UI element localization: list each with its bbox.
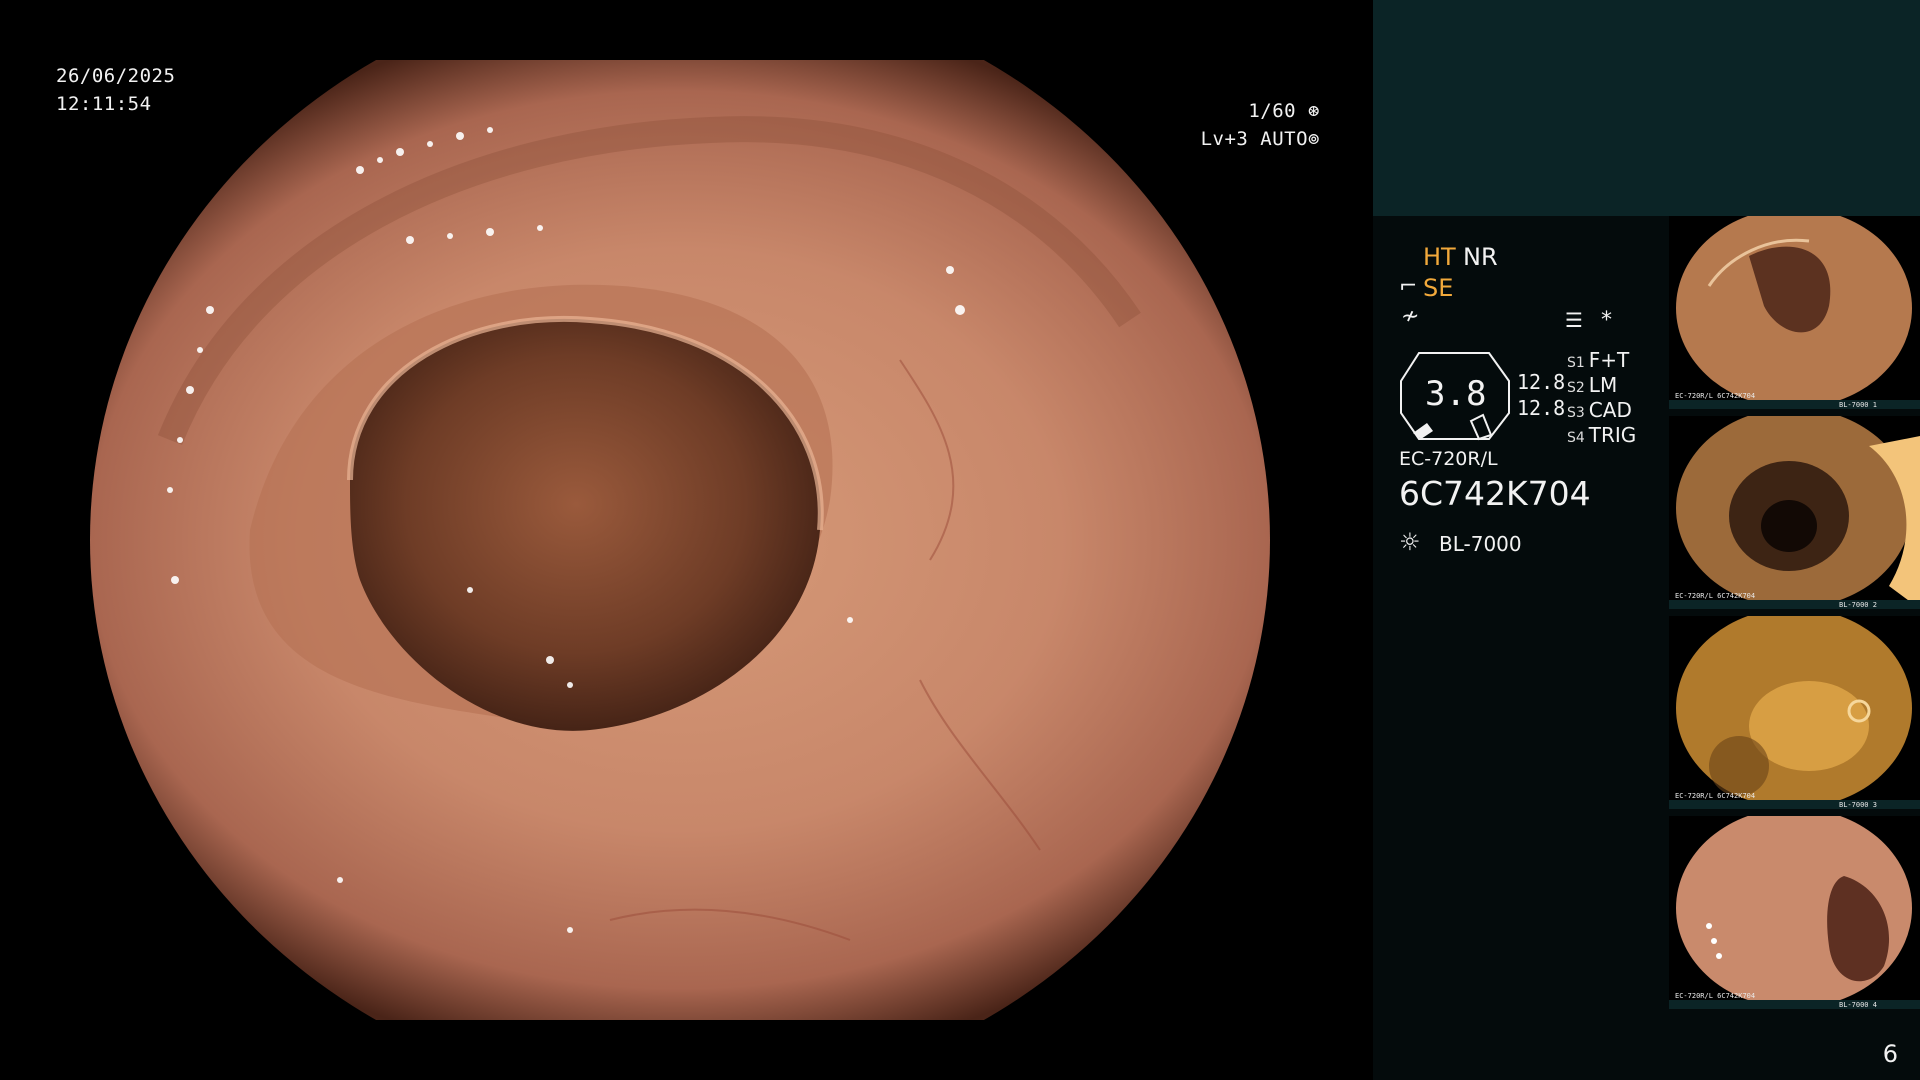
thumb-source: BL-7000 <box>1839 1001 1869 1009</box>
slot-value: CAD <box>1588 398 1632 422</box>
switch-slot-4: S4 TRIG <box>1567 423 1636 447</box>
thumbnail-3[interactable]: EC-720R/L 6C742K704 BL-7000 3 <box>1669 616 1920 809</box>
level-label: Lv+3 <box>1200 128 1249 150</box>
menu-icon: ☰ <box>1565 308 1583 332</box>
mode-label: AUTO <box>1260 128 1309 150</box>
thumb-scope: EC-720R/L <box>1675 992 1713 1000</box>
thumbnail-4[interactable]: EC-720R/L 6C742K704 BL-7000 4 <box>1669 816 1920 1009</box>
zoom-value: 3.8 <box>1425 374 1487 414</box>
date-label: 26/06/2025 <box>56 65 176 87</box>
thumb-serial: 6C742K704 <box>1717 592 1756 600</box>
brightness-display: Lv+3 AUTO⊚ <box>1195 125 1320 153</box>
thumb-source: BL-7000 <box>1839 401 1869 409</box>
thumb-serial: 6C742K704 <box>1717 792 1756 800</box>
se-label: SE <box>1423 274 1454 302</box>
switch-slot-1: S1 F+T <box>1567 348 1629 372</box>
thumb-source: BL-7000 <box>1839 601 1869 609</box>
thumb-scope: EC-720R/L <box>1675 792 1713 800</box>
nr-label: NR <box>1463 243 1498 271</box>
exposure-display: 1/60 ⊛ <box>1195 97 1320 125</box>
panel-header <box>1373 0 1920 216</box>
scope-icon: ⌐ <box>1399 274 1418 299</box>
slot-value: LM <box>1588 373 1618 397</box>
slot-key: S1 <box>1567 355 1585 371</box>
thumb-scope: EC-720R/L <box>1675 592 1713 600</box>
value-2: 12.8 <box>1517 396 1566 420</box>
slot-value: F+T <box>1588 348 1630 372</box>
scope-serial: 6C742K704 <box>1399 474 1591 513</box>
page-number: 6 <box>1882 1040 1898 1068</box>
status-panel: HT NR ⌐ SE ≁ ☰ * 3.8 12.8 12.8 S1 F+T S2 L… <box>1373 0 1920 1080</box>
time-label: 12:11:54 <box>56 93 152 115</box>
thumb-index: 1 <box>1872 401 1877 409</box>
slot-value: TRIG <box>1588 423 1637 447</box>
thumb-index: 4 <box>1872 1001 1877 1009</box>
thumb-scope: EC-720R/L <box>1675 392 1713 400</box>
scope-model: EC-720R/L <box>1399 448 1498 470</box>
iris-icon: ⊚ <box>1308 128 1320 150</box>
thumbnail-2[interactable]: EC-720R/L 6C742K704 BL-7000 2 <box>1669 416 1920 609</box>
thumbnail-1[interactable]: EC-720R/L 6C742K704 BL-7000 1 <box>1669 216 1920 409</box>
switch-slot-2: S2 LM <box>1567 373 1617 397</box>
lamp-icon: ☼ <box>1399 528 1421 556</box>
thumb-serial: 6C742K704 <box>1717 392 1756 400</box>
light-source: BL-7000 <box>1439 532 1522 556</box>
slot-key: S2 <box>1567 380 1585 396</box>
endoscope-view: 26/06/2025 12:11:54 1/60 ⊛ Lv+3 AUTO⊚ <box>0 0 1373 1080</box>
asterisk-icon: * <box>1601 308 1612 333</box>
enhance-icon: ≁ <box>1401 304 1420 329</box>
thumb-serial: 6C742K704 <box>1717 992 1756 1000</box>
settings-info: HT NR ⌐ SE ≁ ☰ * 3.8 12.8 12.8 S1 F+T S2 L… <box>1373 216 1666 1080</box>
aperture-icon: ⊛ <box>1296 100 1320 122</box>
slot-key: S3 <box>1567 405 1585 421</box>
shutter-label: 1/60 <box>1248 100 1297 122</box>
switch-slot-3: S3 CAD <box>1567 398 1632 422</box>
thumb-source: BL-7000 <box>1839 801 1869 809</box>
value-1: 12.8 <box>1517 370 1566 394</box>
endoscopy-image <box>90 60 1270 1020</box>
slot-key: S4 <box>1567 430 1585 446</box>
datetime-display: 26/06/2025 12:11:54 <box>56 62 175 118</box>
ht-label: HT <box>1423 243 1456 271</box>
thumb-index: 2 <box>1872 601 1877 609</box>
thumb-index: 3 <box>1872 801 1877 809</box>
